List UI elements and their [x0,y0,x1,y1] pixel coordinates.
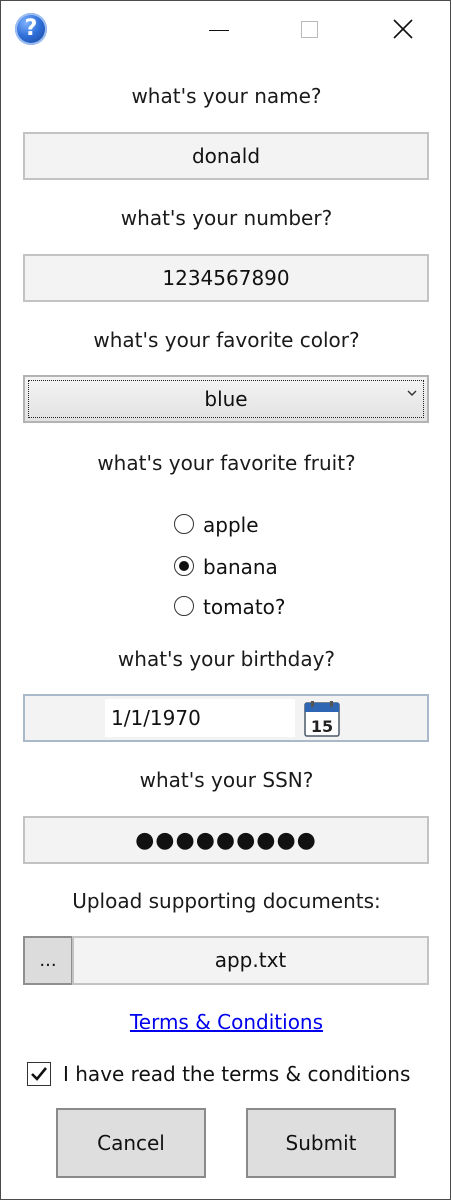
help-icon[interactable]: ? [15,13,47,45]
close-button[interactable] [381,9,427,51]
terms-link[interactable]: Terms & Conditions [1,1010,451,1034]
terms-checkbox[interactable] [27,1062,51,1086]
name-input[interactable] [23,132,429,180]
title-bar: ? [1,1,450,59]
cancel-button[interactable]: Cancel [56,1108,206,1178]
terms-checkbox-label: I have read the terms & conditions [63,1062,411,1086]
color-select-value: blue [204,387,248,411]
radio-button-selected[interactable] [174,556,194,576]
calendar-icon[interactable]: 15 [304,701,340,737]
submit-button[interactable]: Submit [246,1108,396,1178]
maximize-icon [301,21,318,38]
radio-selected-dot [179,561,189,571]
app-window: ? what's your name? what's your number? … [0,0,451,1200]
radio-button[interactable] [174,596,194,616]
maximize-button[interactable] [287,9,333,51]
upload-label: Upload supporting documents: [72,889,381,913]
file-name-field[interactable]: app.txt [72,936,429,985]
birthday-date-text[interactable]: 1/1/1970 [105,699,295,737]
color-label: what's your favorite color? [93,328,360,352]
radio-label-banana: banana [203,555,278,579]
color-select[interactable]: blue [23,375,429,423]
ssn-password-input[interactable] [23,816,429,864]
name-label: what's your name? [131,84,322,108]
ssn-label: what's your SSN? [139,768,314,792]
minimize-icon [209,30,229,31]
minimize-button[interactable] [197,9,243,51]
fruit-label: what's your favorite fruit? [97,451,356,475]
birthday-date-picker[interactable]: 1/1/1970 15 [23,694,429,742]
radio-label-tomato: tomato? [203,595,286,619]
browse-button[interactable]: ... [23,936,73,985]
chevron-down-icon [407,390,417,396]
close-icon [393,19,413,39]
birthday-label: what's your birthday? [117,647,336,671]
checkmark-icon [31,1067,48,1081]
radio-label-apple: apple [203,513,259,537]
number-label: what's your number? [120,206,333,230]
calendar-icon-day: 15 [311,717,333,736]
radio-button[interactable] [174,514,194,534]
number-input[interactable] [23,254,429,302]
